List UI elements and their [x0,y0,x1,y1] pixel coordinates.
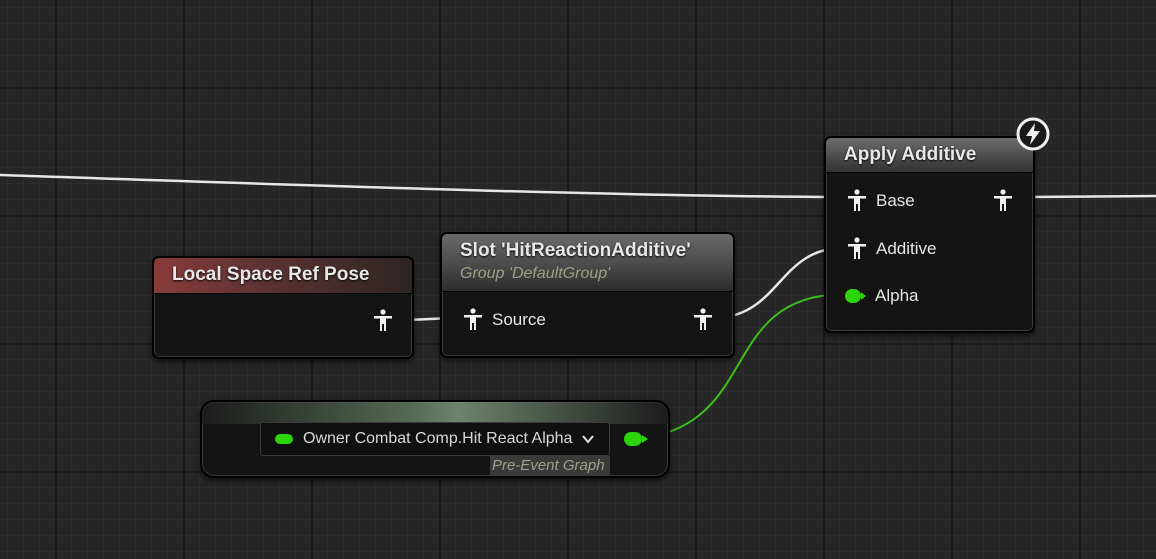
variable-header-glow [202,402,668,424]
node-apply-additive[interactable]: Apply Additive Base Additive Alpha [824,136,1035,333]
pin-label-additive: Additive [876,239,937,258]
input-pin-source[interactable]: Source [462,307,546,333]
pose-icon [994,189,1012,211]
pin-label-alpha: Alpha [875,286,919,305]
pose-icon [848,189,866,211]
pose-icon [848,237,866,259]
input-pin-additive[interactable]: Additive [846,236,936,262]
wire-apply-output[interactable] [1029,194,1156,199]
node-header[interactable]: Local Space Ref Pose [154,258,412,294]
pose-icon [464,308,482,330]
chevron-down-icon[interactable] [581,432,595,446]
pin-label-source: Source [492,310,546,329]
node-variable-getter[interactable]: Owner Combat Comp.Hit React Alpha Pre-Ev… [200,400,670,478]
node-header[interactable]: Apply Additive [826,138,1033,173]
output-pose-pin[interactable] [992,188,1014,214]
node-slot-hit-reaction-additive[interactable]: Slot 'HitReactionAdditive' Group 'Defaul… [440,232,735,358]
input-pin-base[interactable]: Base [846,188,915,214]
node-subtitle: Group 'DefaultGroup' [460,265,611,282]
input-pin-alpha[interactable]: Alpha [845,283,918,309]
float-pin-icon [845,289,866,303]
node-title: Local Space Ref Pose [172,264,370,285]
float-type-icon [275,434,293,444]
node-header[interactable]: Slot 'HitReactionAdditive' Group 'Defaul… [442,234,733,292]
node-title: Apply Additive [844,144,977,165]
node-local-space-ref-pose[interactable]: Local Space Ref Pose [152,256,414,359]
node-title: Slot 'HitReactionAdditive' [460,240,691,261]
output-pose-pin[interactable] [372,308,394,334]
pin-label-base: Base [876,191,915,210]
variable-context-tag: Pre-Event Graph [490,456,610,476]
variable-selector[interactable]: Owner Combat Comp.Hit React Alpha [260,422,610,456]
output-pose-pin[interactable] [692,307,714,333]
pose-icon [374,309,392,331]
fast-path-bolt-icon [1016,117,1050,151]
wire-incoming-base[interactable] [0,173,844,199]
variable-name: Owner Combat Comp.Hit React Alpha [303,430,573,447]
output-float-pin[interactable] [624,432,648,446]
pose-icon [694,308,712,330]
